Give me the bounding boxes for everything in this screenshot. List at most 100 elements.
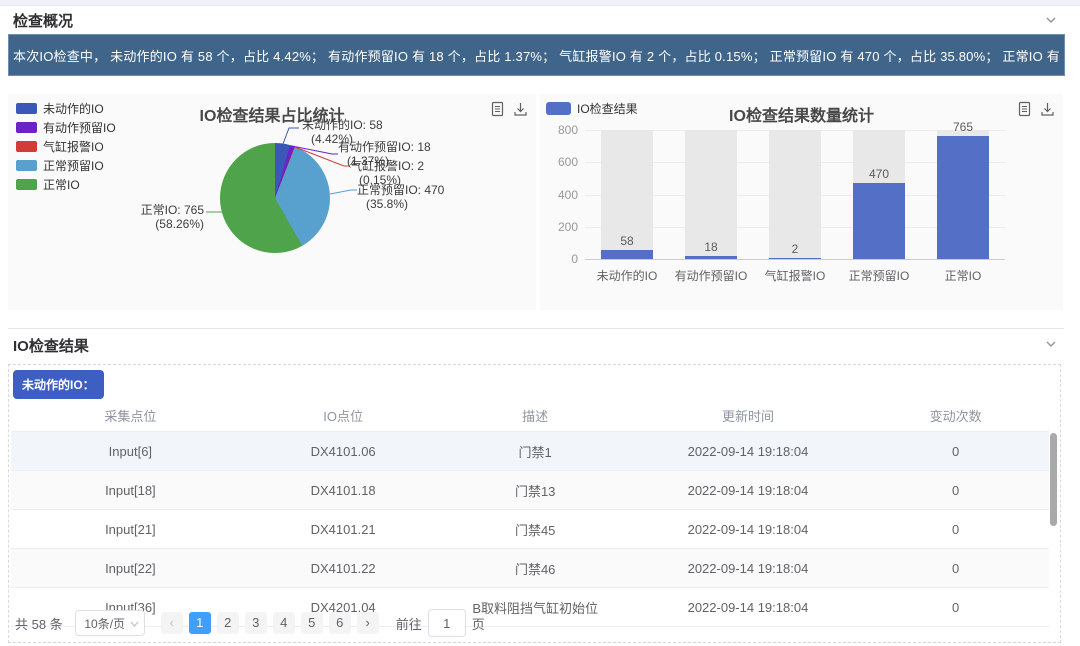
legend-item[interactable]: 未动作的IO	[16, 99, 116, 117]
legend-swatch	[16, 122, 37, 133]
bar-value-label: 470	[837, 167, 921, 181]
bar[interactable]	[601, 250, 653, 259]
table-cell: Input[22]	[11, 549, 250, 588]
x-axis-category-label: 未动作的IO	[585, 267, 669, 284]
page-top-strip	[0, 0, 1080, 6]
legend-item[interactable]: 正常IO	[16, 175, 116, 193]
bar[interactable]	[937, 136, 989, 259]
table-cell: DX4101.06	[250, 432, 437, 471]
table-cell: 门禁13	[437, 471, 634, 510]
table-cell: 门禁45	[437, 510, 634, 549]
download-icon[interactable]	[513, 101, 528, 117]
io-results-table: 采集点位IO点位描述更新时间变动次数 Input[6]DX4101.06门禁12…	[11, 399, 1049, 627]
next-page-button[interactable]: ›	[357, 612, 379, 634]
chevron-down-icon	[130, 620, 139, 628]
filter-category-button[interactable]: 未动作的IO：	[13, 370, 104, 399]
summary-banner: 本次IO检查中， 未动作的IO 有 58 个，占比 4.42%； 有动作预留IO…	[8, 34, 1065, 76]
table-cell: DX4101.22	[250, 549, 437, 588]
legend-item[interactable]: 气缸报警IO	[16, 137, 116, 155]
x-axis-category-label: 正常IO	[921, 267, 1005, 284]
page-size-value: 10条/页	[84, 615, 125, 632]
table-cell: 2022-09-14 19:18:04	[634, 471, 862, 510]
collapse-chevron-icon[interactable]	[1044, 13, 1058, 27]
y-axis-tick: 200	[540, 220, 578, 234]
pie-chart-panel: IO检查结果占比统计 未动作的IO 有动作预留IO 气缸报警IO	[8, 94, 536, 310]
table-cell: 2022-09-14 19:18:04	[634, 510, 862, 549]
bar-legend-swatch	[546, 102, 571, 115]
table-cell: 0	[862, 510, 1049, 549]
column-header: 更新时间	[634, 399, 862, 432]
table-row[interactable]: Input[21]DX4101.21门禁452022-09-14 19:18:0…	[11, 510, 1049, 549]
bar[interactable]	[853, 183, 905, 259]
bar-chart-panel: IO检查结果数量统计 IO检查结果 020040060080058未动作的IO1…	[540, 94, 1063, 310]
page-number-button[interactable]: 5	[301, 612, 323, 634]
results-card: 未动作的IO： 采集点位IO点位描述更新时间变动次数 Input[6]DX410…	[8, 364, 1061, 643]
pie-toolbox	[490, 101, 528, 117]
page-number-button[interactable]: 3	[245, 612, 267, 634]
table-header: 采集点位IO点位描述更新时间变动次数	[11, 399, 1049, 432]
table-row[interactable]: Input[18]DX4101.18门禁132022-09-14 19:18:0…	[11, 471, 1049, 510]
pie-callout: 正常预留IO: 470(35.8%)	[357, 184, 444, 210]
table-cell: Input[21]	[11, 510, 250, 549]
x-axis-category-label: 气缸报警IO	[753, 267, 837, 284]
column-header: IO点位	[250, 399, 437, 432]
table-cell: 0	[862, 471, 1049, 510]
table-scrollbar-thumb[interactable]	[1050, 433, 1057, 526]
y-axis-tick: 800	[540, 123, 578, 137]
download-icon[interactable]	[1040, 101, 1055, 117]
table-cell: 0	[862, 432, 1049, 471]
bar[interactable]	[769, 258, 821, 259]
legend-item[interactable]: 有动作预留IO	[16, 118, 116, 136]
charts-row: IO检查结果占比统计 未动作的IO 有动作预留IO 气缸报警IO	[8, 94, 1063, 310]
page-number-button[interactable]: 2	[217, 612, 239, 634]
page-number-button[interactable]: 1	[189, 612, 211, 634]
data-view-icon[interactable]	[1017, 101, 1032, 117]
goto-page-input[interactable]	[428, 609, 466, 637]
pagination-total: 共 58 条	[15, 614, 63, 633]
legend-item[interactable]: 正常预留IO	[16, 156, 116, 174]
table-cell: 2022-09-14 19:18:04	[634, 549, 862, 588]
pie-legend: 未动作的IO 有动作预留IO 气缸报警IO 正常预留IO 正常IO	[16, 99, 116, 194]
data-view-icon[interactable]	[490, 101, 505, 117]
legend-swatch	[16, 179, 37, 190]
table-cell: 2022-09-14 19:18:04	[634, 588, 862, 627]
prev-page-button[interactable]: ‹	[161, 612, 183, 634]
bar-toolbox	[1017, 101, 1055, 117]
page-number-button[interactable]: 4	[273, 612, 295, 634]
section-title-overview: 检查概况	[13, 10, 73, 31]
bar-value-label: 765	[921, 120, 1005, 134]
page-number-button[interactable]: 6	[329, 612, 351, 634]
bar-legend-label: IO检查结果	[577, 100, 638, 117]
x-axis-category-label: 正常预留IO	[837, 267, 921, 284]
bar[interactable]	[685, 256, 737, 259]
legend-swatch	[16, 103, 37, 114]
table-cell: 2022-09-14 19:18:04	[634, 432, 862, 471]
pie-chart[interactable]	[220, 143, 330, 253]
table-row[interactable]: Input[22]DX4101.22门禁462022-09-14 19:18:0…	[11, 549, 1049, 588]
legend-label: 正常IO	[43, 176, 80, 193]
pagination-bar: 共 58 条 10条/页 ‹ 123456 › 前往 页	[15, 609, 485, 637]
pie-callout: 正常IO: 765(58.26%)	[141, 204, 204, 230]
table-cell: Input[6]	[11, 432, 250, 471]
bar-value-label: 2	[753, 242, 837, 256]
page-size-select[interactable]: 10条/页	[75, 610, 145, 636]
goto-label: 前往	[396, 614, 422, 633]
table-cell: 0	[862, 549, 1049, 588]
x-axis-line	[585, 259, 1005, 260]
y-axis-tick: 600	[540, 155, 578, 169]
column-header: 描述	[437, 399, 634, 432]
collapse-chevron-icon[interactable]	[1044, 337, 1058, 351]
legend-label: 气缸报警IO	[43, 138, 104, 155]
legend-label: 正常预留IO	[43, 157, 104, 174]
bar-legend-item[interactable]: IO检查结果	[546, 100, 638, 117]
table-cell: DX4101.18	[250, 471, 437, 510]
legend-label: 未动作的IO	[43, 100, 104, 117]
column-header: 变动次数	[862, 399, 1049, 432]
bar-value-label: 58	[585, 234, 669, 248]
goto-page-suffix: 页	[472, 614, 485, 633]
table-cell: DX4101.21	[250, 510, 437, 549]
legend-swatch	[16, 141, 37, 152]
table-cell: 门禁46	[437, 549, 634, 588]
table-row[interactable]: Input[6]DX4101.06门禁12022-09-14 19:18:040	[11, 432, 1049, 471]
y-axis-tick: 0	[540, 252, 578, 266]
